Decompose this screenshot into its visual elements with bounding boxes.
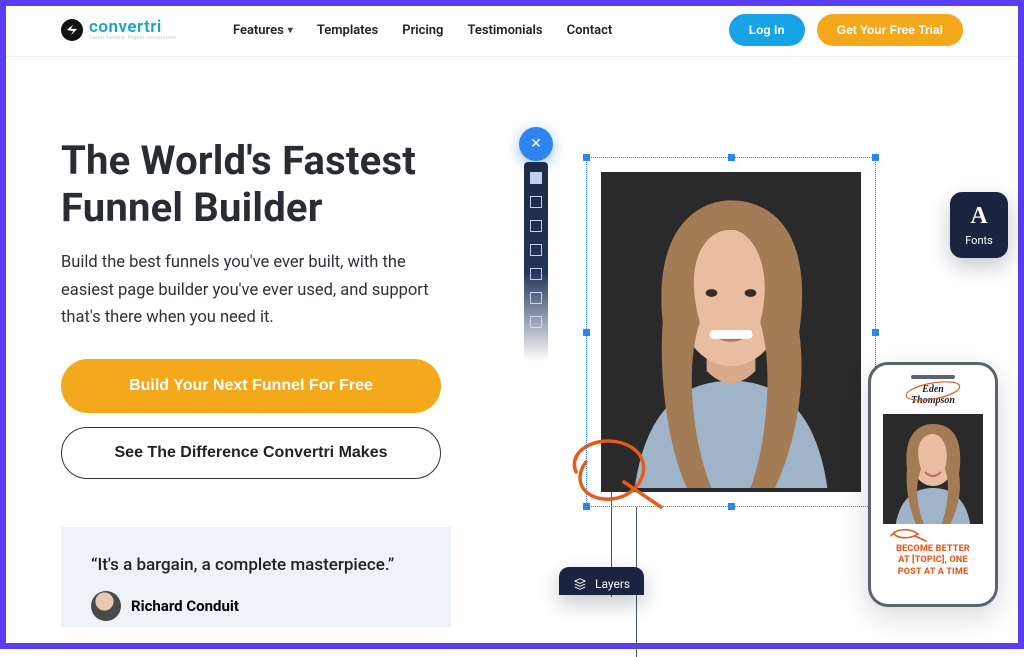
testimonial-card: “It's a bargain, a complete masterpiece.…: [61, 527, 451, 627]
scribble-icon: [888, 526, 928, 542]
logo-mark-icon: [61, 19, 83, 41]
nav-features[interactable]: Features ▾: [233, 23, 293, 38]
hero-copy: The World's Fastest Funnel Builder Build…: [61, 137, 481, 627]
testimonial-person: Richard Conduit: [91, 591, 421, 621]
avatar: [91, 591, 121, 621]
phone-photo: [883, 414, 983, 524]
hero-title-line1: The World's Fastest: [61, 137, 416, 184]
nav-features-label: Features: [233, 23, 284, 38]
editor-toolbar: [524, 162, 548, 362]
free-trial-button[interactable]: Get Your Free Trial: [817, 14, 963, 46]
layers-chip[interactable]: Layers: [559, 567, 644, 595]
hero-visual: ✕: [481, 137, 1018, 627]
tool-clipboard-icon[interactable]: [530, 172, 542, 184]
close-icon[interactable]: ✕: [519, 127, 553, 161]
nav-templates[interactable]: Templates: [317, 23, 378, 38]
cta-build-funnel-button[interactable]: Build Your Next Funnel For Free: [61, 359, 441, 413]
tool-more-icon[interactable]: [530, 316, 542, 328]
tool-text-icon[interactable]: [530, 196, 542, 208]
tool-section-icon[interactable]: [530, 268, 542, 280]
phone-cta-text: BECOME BETTER AT [TOPIC], ONE POST AT A …: [896, 544, 970, 578]
phone-mockup: EdenThompson BECOME BETTER AT [TOPIC], O…: [868, 362, 998, 607]
layers-icon: [573, 577, 587, 591]
nav-contact[interactable]: Contact: [567, 23, 613, 38]
nav-testimonials[interactable]: Testimonials: [467, 23, 542, 38]
selection-handle-icon[interactable]: [583, 154, 590, 161]
primary-nav: Features ▾ Templates Pricing Testimonial…: [233, 23, 612, 38]
hero-subtitle: Build the best funnels you've ever built…: [61, 249, 461, 331]
cta-see-difference-button[interactable]: See The Difference Convertri Makes: [61, 427, 441, 479]
site-header: convertri Faster funnels. Higher convers…: [6, 6, 1018, 57]
selection-handle-icon[interactable]: [872, 154, 879, 161]
fonts-chip-label: Fonts: [965, 234, 993, 247]
hero-section: The World's Fastest Funnel Builder Build…: [6, 57, 1018, 627]
hero-title-line2: Funnel Builder: [61, 184, 323, 231]
login-button[interactable]: Log In: [729, 14, 805, 46]
fonts-chip[interactable]: A Fonts: [950, 192, 1008, 258]
swirl-icon: [901, 379, 965, 403]
scribble-icon: [556, 427, 666, 512]
selection-handle-icon[interactable]: [728, 503, 735, 510]
logo-text: convertri Faster funnels. Higher convers…: [89, 19, 178, 41]
layers-chip-label: Layers: [595, 577, 630, 591]
testimonial-name: Richard Conduit: [131, 597, 239, 615]
tool-form-icon[interactable]: [530, 244, 542, 256]
chevron-down-icon: ▾: [288, 25, 293, 36]
testimonial-quote: “It's a bargain, a complete masterpiece.…: [91, 555, 421, 575]
header-cta-group: Log In Get Your Free Trial: [729, 14, 963, 46]
brand-name: convertri: [89, 19, 178, 36]
font-icon: A: [970, 203, 987, 230]
tool-image-icon[interactable]: [530, 220, 542, 232]
nav-pricing[interactable]: Pricing: [402, 23, 443, 38]
selection-handle-icon[interactable]: [583, 329, 590, 336]
brand-tagline: Faster funnels. Higher conversions.: [89, 36, 178, 41]
phone-author-name: EdenThompson: [911, 385, 955, 406]
selection-handle-icon[interactable]: [728, 154, 735, 161]
tool-video-icon[interactable]: [530, 292, 542, 304]
hero-title: The World's Fastest Funnel Builder: [61, 137, 481, 231]
brand-logo[interactable]: convertri Faster funnels. Higher convers…: [61, 19, 178, 41]
selection-handle-icon[interactable]: [872, 329, 879, 336]
